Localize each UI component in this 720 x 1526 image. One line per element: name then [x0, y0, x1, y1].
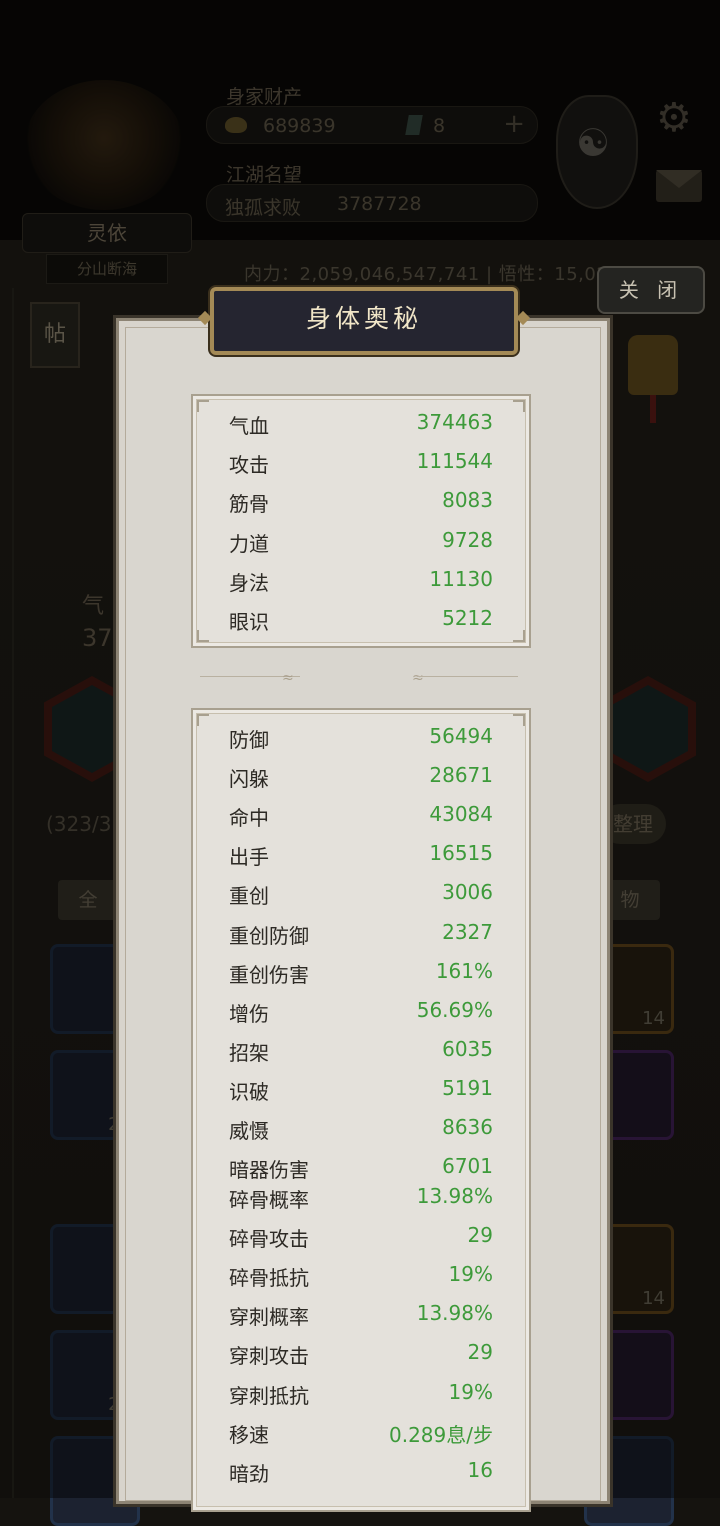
stat-row: 命中 43084 [229, 802, 493, 832]
stat-label: 眼识 [229, 610, 269, 634]
stat-value: 13.98% [416, 1301, 493, 1326]
stat-label: 力道 [229, 531, 269, 556]
stat-label: 识破 [229, 1079, 269, 1104]
close-button[interactable]: 关 闭 [597, 266, 705, 314]
stat-row: 暗劲 16 [229, 1458, 493, 1488]
stat-label: 威慑 [229, 1119, 269, 1143]
stat-row: 重创伤害 161% [229, 959, 493, 989]
stat-label: 身法 [229, 570, 269, 595]
stat-row: 碎骨攻击 29 [229, 1223, 493, 1253]
stat-value: 111544 [416, 449, 493, 474]
stat-row: 威慑 8636 [229, 1115, 493, 1145]
stat-row: 穿刺攻击 29 [229, 1340, 493, 1370]
stat-label: 出手 [229, 845, 269, 870]
section-divider: ≈ ≈ [200, 670, 518, 686]
stat-value: 29 [467, 1340, 493, 1365]
stat-label: 重创 [229, 884, 269, 909]
stat-value: 3006 [442, 880, 493, 905]
stat-value: 374463 [416, 410, 493, 434]
stat-label: 攻击 [229, 453, 269, 478]
stat-row: 身法 11130 [229, 567, 493, 597]
stat-row: 重创防御 2327 [229, 920, 493, 950]
stat-row: 移速 0.289息/步 [229, 1419, 493, 1449]
secondary-stats-panel: 防御 56494 闪躲 28671 命中 43084 出手 16515 重创 3006 重创防御 23… [191, 708, 531, 1512]
stat-label: 穿刺攻击 [229, 1344, 309, 1369]
stat-value: 5191 [442, 1075, 493, 1100]
stat-row: 穿刺概率 13.98% [229, 1301, 493, 1331]
stat-label: 穿刺概率 [229, 1305, 309, 1330]
stat-row: 眼识 5212 [229, 606, 493, 636]
stat-row: 识破 5191 [229, 1076, 493, 1106]
stat-label: 移速 [229, 1422, 269, 1447]
stat-label: 碎骨概率 [229, 1188, 309, 1212]
stat-value: 56494 [429, 724, 493, 748]
stat-value: 8636 [442, 1115, 493, 1139]
stat-value: 8083 [442, 488, 493, 513]
modal-title: 身体奥秘 [210, 287, 518, 355]
stat-label: 招架 [229, 1040, 269, 1065]
stat-value: 6701 [442, 1154, 493, 1179]
stat-value: 28671 [429, 763, 493, 788]
stat-row: 碎骨抵抗 19% [229, 1262, 493, 1292]
stat-label: 碎骨抵抗 [229, 1266, 309, 1291]
stat-value: 13.98% [416, 1184, 493, 1208]
stat-row: 闪躲 28671 [229, 763, 493, 793]
stat-label: 暗劲 [229, 1461, 269, 1486]
stat-value: 19% [448, 1262, 493, 1287]
stat-label: 气血 [229, 414, 269, 438]
stat-row: 气血 374463 [229, 410, 493, 440]
stat-value: 29 [467, 1223, 493, 1248]
stat-row: 力道 9728 [229, 528, 493, 558]
stat-label: 防御 [229, 728, 269, 752]
stat-value: 0.289息/步 [389, 1422, 493, 1447]
stat-label: 重创伤害 [229, 962, 309, 987]
stat-row: 重创 3006 [229, 880, 493, 910]
stat-value: 16515 [429, 841, 493, 866]
stat-label: 增伤 [229, 1001, 269, 1026]
stat-row: 增伤 56.69% [229, 998, 493, 1028]
stat-row: 防御 56494 [229, 724, 493, 754]
stat-value: 6035 [442, 1036, 493, 1061]
stat-label: 碎骨攻击 [229, 1227, 309, 1252]
stat-value: 161% [435, 958, 493, 983]
primary-stats-panel: 气血 374463 攻击 111544 筋骨 8083 力道 9728 身法 11130 眼识 521… [191, 394, 531, 648]
stat-value: 5212 [442, 606, 493, 630]
stat-label: 暗器伤害 [229, 1158, 309, 1183]
stat-row: 暗器伤害 6701 [229, 1154, 493, 1184]
stat-label: 命中 [229, 806, 269, 831]
stat-row: 出手 16515 [229, 841, 493, 871]
stat-value: 11130 [429, 566, 493, 591]
stat-row: 穿刺抵抗 19% [229, 1380, 493, 1410]
stat-row: 攻击 111544 [229, 449, 493, 479]
stat-label: 重创防御 [229, 923, 309, 948]
stat-row: 筋骨 8083 [229, 488, 493, 518]
stat-label: 筋骨 [229, 492, 269, 517]
stat-value: 19% [448, 1379, 493, 1404]
stat-value: 2327 [442, 919, 493, 944]
stat-value: 43084 [429, 802, 493, 827]
stat-value: 56.69% [416, 997, 493, 1022]
stat-value: 9728 [442, 527, 493, 552]
stat-row: 招架 6035 [229, 1037, 493, 1067]
stat-label: 穿刺抵抗 [229, 1383, 309, 1408]
stat-value: 16 [467, 1457, 493, 1482]
stat-row: 碎骨概率 13.98% [229, 1184, 493, 1214]
stat-label: 闪躲 [229, 767, 269, 792]
